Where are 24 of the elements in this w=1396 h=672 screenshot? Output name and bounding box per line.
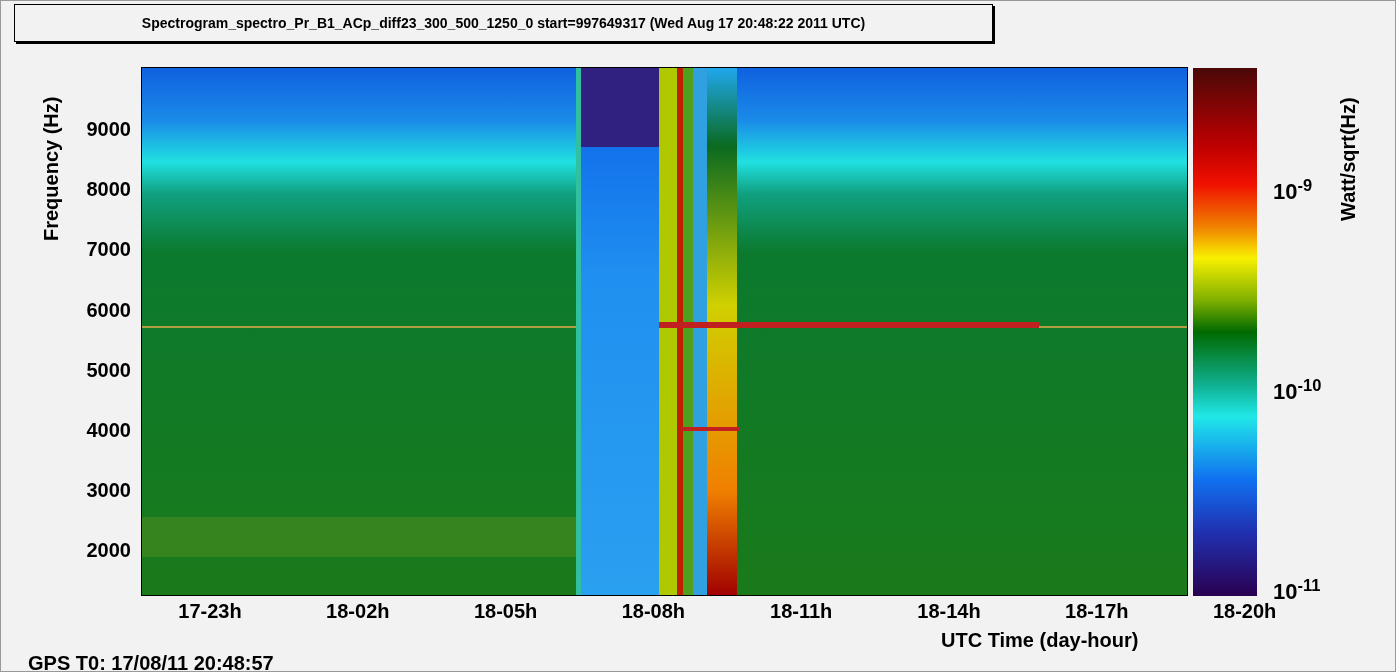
- x-tick-label: 18-14h: [916, 601, 982, 621]
- x-tick-label: 18-02h: [325, 601, 391, 621]
- colorbar-tick-label: 10$^{-9}$: [1273, 181, 1313, 203]
- gps-time-label: GPS T0: 17/08/11 20:48:57: [28, 651, 274, 672]
- colorbar-tick-label: 10$^{-10}$: [1273, 381, 1322, 403]
- colorbar-tick-label: 10$^{-11}$: [1273, 581, 1321, 603]
- y-tick-label: 7000: [85, 239, 131, 260]
- y-tick-label: 8000: [85, 179, 131, 200]
- x-tick-label: 18-05h: [472, 601, 539, 621]
- x-tick-label: 17-23h: [177, 601, 243, 621]
- y-tick-label: 9000: [85, 119, 131, 139]
- colorbar-label: Watt/sqrt(Hz): [1336, 97, 1360, 221]
- y-tick-label: 5000: [85, 359, 131, 380]
- y-axis-label: Frequency (Hz): [39, 96, 63, 241]
- y-tick-label: 4000: [85, 420, 131, 440]
- x-tick-label: 18-08h: [620, 601, 687, 621]
- x-tick-label: 18-20h: [1211, 601, 1278, 621]
- y-tick-label: 2000: [85, 540, 131, 561]
- x-axis-label: UTC Time (day-hour): [941, 628, 1139, 653]
- y-tick-label: 3000: [85, 480, 131, 501]
- y-tick-label: 6000: [85, 299, 131, 320]
- x-tick-label: 18-17h: [1064, 601, 1130, 621]
- plot-title: Spectrogram_spectro_Pr_B1_ACp_diff23_300_500_1250_0 start=997649317 (Wed Aug 17 20:48:22 2011 UTC): [14, 4, 993, 42]
- x-tick-label: 18-11h: [769, 601, 834, 621]
